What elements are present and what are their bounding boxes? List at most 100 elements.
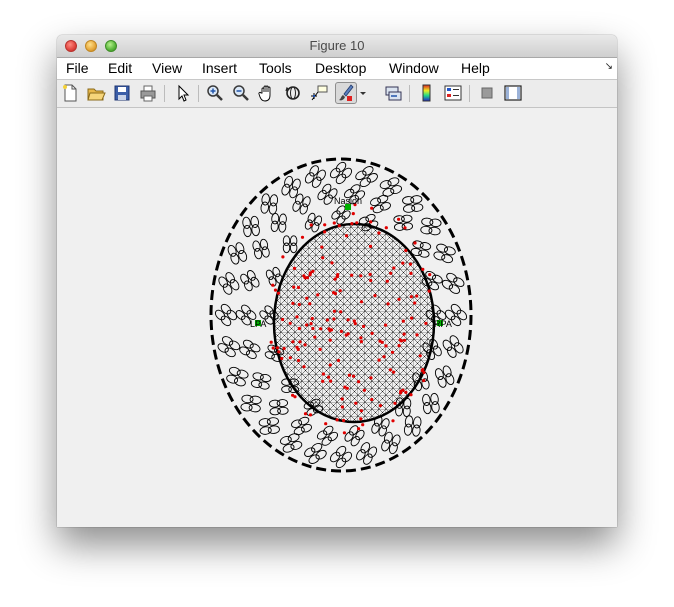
- electrode-marker: [325, 318, 329, 322]
- scalp-loop: [226, 366, 249, 387]
- electrode-marker: [308, 273, 312, 277]
- legend-icon: [444, 85, 462, 101]
- link-plot-button[interactable]: [383, 83, 403, 103]
- edit-plot-button[interactable]: [173, 83, 193, 103]
- electrode-marker: [369, 376, 373, 380]
- electrode-marker: [402, 338, 407, 342]
- electrode-marker: [300, 235, 305, 239]
- scalp-loop: [329, 161, 353, 185]
- electrode-marker: [357, 380, 361, 384]
- nasion-label: Nasion: [334, 196, 362, 206]
- data-cursor-button[interactable]: [309, 83, 329, 103]
- edit-plot-arrow-icon: [178, 84, 190, 102]
- menu-tools[interactable]: Tools: [259, 60, 292, 77]
- menu-insert[interactable]: Insert: [202, 60, 237, 77]
- electrode-marker: [336, 358, 341, 363]
- scalp-loop: [291, 416, 313, 436]
- scalp-loop: [214, 303, 238, 327]
- colorbar-button[interactable]: [417, 83, 437, 103]
- electrode-marker: [384, 344, 388, 348]
- show-plot-tools-icon: [504, 85, 522, 101]
- electrode-marker: [359, 340, 363, 344]
- electrode-marker: [328, 338, 332, 342]
- electrode-marker: [418, 354, 422, 358]
- electrode-marker: [342, 431, 346, 435]
- electrode-marker: [386, 302, 390, 306]
- brush-button[interactable]: [335, 82, 357, 104]
- scalp-loop: [422, 392, 440, 415]
- electrode-marker: [401, 261, 405, 265]
- zoom-in-button[interactable]: [205, 83, 225, 103]
- new-figure-icon: [63, 84, 77, 102]
- dock-arrow-icon[interactable]: ↘: [605, 61, 613, 72]
- electrode-marker: [273, 288, 278, 292]
- open-file-button[interactable]: [86, 83, 106, 103]
- electrode-marker: [340, 397, 344, 401]
- electrode-marker: [305, 323, 309, 327]
- electrode-marker: [321, 379, 325, 383]
- scalp-loop: [379, 177, 403, 197]
- electrode-marker: [305, 296, 309, 300]
- head-model-plot[interactable]: Nasion LPA RPA: [57, 108, 617, 527]
- scalp-loop: [344, 425, 365, 447]
- scalp-loop: [393, 214, 414, 231]
- electrode-marker: [401, 319, 405, 323]
- electrode-marker: [313, 335, 317, 339]
- title-bar[interactable]: Figure 10: [57, 35, 617, 58]
- menu-window[interactable]: Window: [389, 60, 439, 77]
- electrode-marker: [319, 327, 323, 331]
- menu-view[interactable]: View: [152, 60, 182, 77]
- rotate-3d-button[interactable]: [283, 83, 303, 103]
- electrode-marker: [295, 315, 299, 319]
- new-figure-button[interactable]: [60, 83, 80, 103]
- electrode-marker: [340, 405, 344, 409]
- menu-edit[interactable]: Edit: [108, 60, 132, 77]
- toolbar-separator: [409, 85, 410, 102]
- electrode-marker: [292, 285, 296, 289]
- electrode-marker: [424, 321, 428, 325]
- electrode-marker: [362, 324, 366, 328]
- electrode-marker: [275, 346, 280, 350]
- lpa-label: LPA: [250, 319, 266, 329]
- electrode-marker: [303, 343, 307, 347]
- electrode-marker: [409, 271, 413, 275]
- minimize-window-button[interactable]: [85, 40, 97, 52]
- scalp-loop: [403, 415, 422, 437]
- electrode-marker: [422, 379, 426, 383]
- electrode-marker: [351, 212, 355, 216]
- zoom-out-button[interactable]: [231, 83, 251, 103]
- electrode-marker: [408, 262, 413, 266]
- electrode-marker: [292, 266, 297, 270]
- electrode-marker: [359, 274, 363, 278]
- scalp-loop: [442, 335, 464, 358]
- electrode-marker: [370, 206, 374, 210]
- colorbar-icon: [422, 84, 431, 102]
- electrode-marker: [336, 273, 340, 277]
- electrode-marker: [389, 271, 393, 275]
- hide-plot-tools-icon: [481, 87, 493, 99]
- open-file-icon: [87, 88, 106, 101]
- menu-desktop[interactable]: Desktop: [315, 60, 366, 77]
- pan-button[interactable]: [257, 83, 277, 103]
- electrode-marker: [344, 333, 348, 337]
- print-button[interactable]: [138, 83, 158, 103]
- scalp-loop: [227, 242, 248, 265]
- electrode-marker: [347, 373, 351, 377]
- zoom-window-button[interactable]: [105, 40, 117, 52]
- electrode-marker: [370, 331, 374, 335]
- brush-dropdown-button[interactable]: [358, 83, 368, 103]
- legend-button[interactable]: [443, 83, 463, 103]
- figure-canvas[interactable]: Nasion LPA RPA: [57, 108, 617, 527]
- show-plot-tools-button[interactable]: [503, 83, 523, 103]
- print-icon: [140, 85, 156, 102]
- electrode-marker: [410, 316, 414, 320]
- hide-plot-tools-button[interactable]: [477, 83, 497, 103]
- scalp-loop: [242, 215, 260, 238]
- close-window-button[interactable]: [65, 40, 77, 52]
- save-button[interactable]: [112, 83, 132, 103]
- menu-file[interactable]: File: [66, 60, 89, 77]
- menu-help[interactable]: Help: [461, 60, 490, 77]
- electrode-marker: [328, 328, 332, 333]
- electrode-marker: [344, 234, 349, 238]
- scalp-loop: [381, 431, 401, 455]
